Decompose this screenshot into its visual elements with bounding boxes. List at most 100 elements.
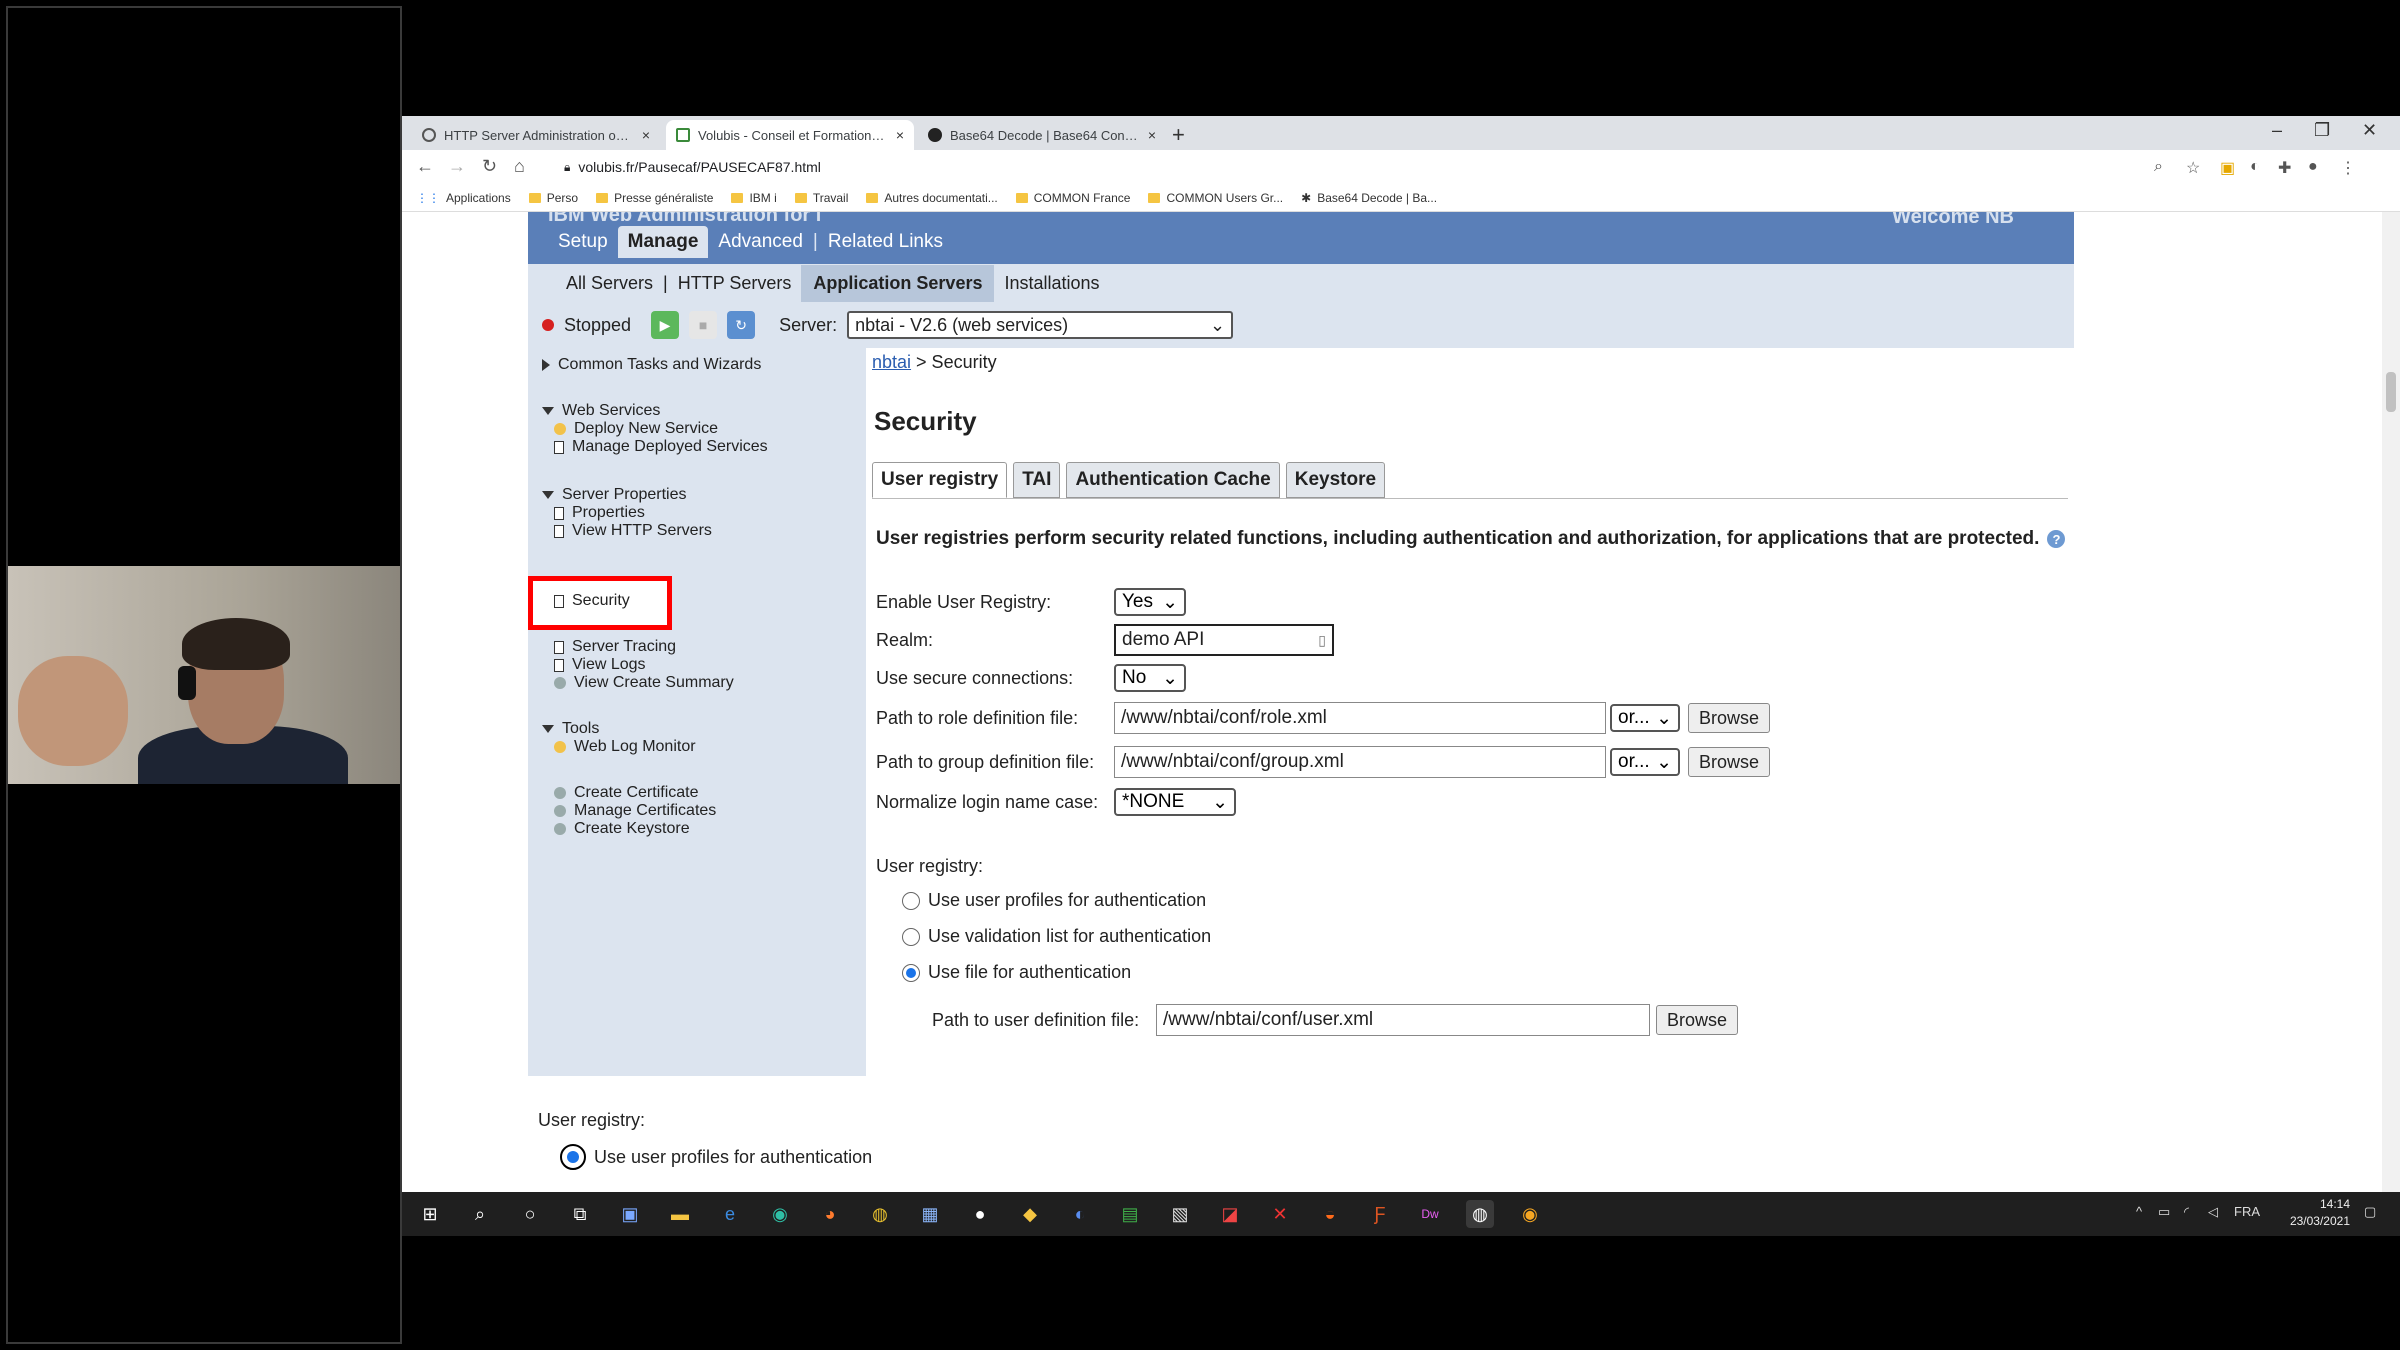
browser-tab-active[interactable]: Volubis - Conseil et Formation su ×	[666, 120, 914, 150]
secure-connections-select[interactable]: No ⌄	[1114, 664, 1186, 692]
tab-keystore[interactable]: Keystore	[1285, 462, 1386, 498]
filezilla-icon[interactable]: Ƒ	[1366, 1200, 1394, 1228]
radio-user-profiles[interactable]: Use user profiles for authentication	[902, 890, 1206, 911]
language-indicator[interactable]: FRA	[2234, 1204, 2260, 1219]
tab-tai[interactable]: TAI	[1013, 462, 1061, 498]
firefox-icon[interactable]: ◕	[816, 1200, 844, 1228]
subnav-installations[interactable]: Installations	[1004, 273, 1099, 294]
windows-start-icon[interactable]: ⊞	[416, 1200, 444, 1228]
bookmark-folder[interactable]: Perso	[528, 191, 578, 205]
role-browse-button[interactable]: Browse	[1688, 703, 1771, 733]
lower-radio-user-profiles[interactable]: Use user profiles for authentication	[560, 1144, 872, 1170]
tray-chevron-icon[interactable]: ^	[2136, 1204, 2142, 1219]
chrome-icon[interactable]: ◍	[866, 1200, 894, 1228]
menu-icon[interactable]: ⋮	[2340, 158, 2356, 178]
sidebar-view-http-servers[interactable]: View HTTP Servers	[554, 522, 712, 540]
user-file-input[interactable]: /www/nbtai/conf/user.xml	[1156, 1004, 1650, 1036]
radio-button-checked[interactable]	[902, 963, 920, 982]
tab-user-registry[interactable]: User registry	[872, 462, 1008, 498]
search-icon[interactable]: ⌕	[466, 1200, 494, 1228]
subnav-application-servers[interactable]: Application Servers	[801, 264, 995, 302]
bookmark-folder[interactable]: Travail	[794, 191, 848, 205]
role-file-or-select[interactable]: or... ⌄	[1610, 704, 1680, 732]
close-icon[interactable]: ×	[1148, 127, 1156, 143]
radio-validation-list[interactable]: Use validation list for authentication	[902, 926, 1211, 947]
group-browse-button[interactable]: Browse	[1688, 747, 1771, 777]
volume-icon[interactable]: ◁	[2208, 1204, 2218, 1220]
wifi-icon[interactable]: ◜	[2184, 1204, 2189, 1220]
subnav-http-servers[interactable]: HTTP Servers	[678, 273, 792, 294]
help-icon[interactable]: ?	[2047, 530, 2066, 548]
app-icon[interactable]: ◉	[1516, 1200, 1544, 1228]
app-icon[interactable]: ▣	[616, 1200, 644, 1228]
dreamweaver-icon[interactable]: Dw	[1416, 1200, 1444, 1228]
browser-tab[interactable]: HTTP Server Administration on IB ×	[412, 120, 660, 150]
sidebar-server-properties[interactable]: Server Properties	[542, 486, 687, 504]
ie-icon[interactable]: e	[716, 1200, 744, 1228]
task-view-icon[interactable]: ⧉	[566, 1200, 594, 1228]
tab-authentication-cache[interactable]: Authentication Cache	[1066, 462, 1280, 498]
sidebar-manage-certificates[interactable]: Manage Certificates	[554, 802, 716, 820]
refresh-icon[interactable]: ↻	[727, 311, 756, 339]
sidebar-manage-deployed-services[interactable]: Manage Deployed Services	[554, 438, 768, 456]
sidebar-view-logs[interactable]: View Logs	[554, 656, 646, 674]
chrome-active-icon[interactable]: ◍	[1466, 1200, 1494, 1228]
user-browse-button[interactable]: Browse	[1656, 1005, 1739, 1035]
app-icon[interactable]: ●	[966, 1200, 994, 1228]
bookmark-folder[interactable]: Autres documentati...	[866, 191, 998, 205]
zoom-icon[interactable]: ⌕	[2154, 158, 2163, 176]
app-icon[interactable]: ✕	[1266, 1200, 1294, 1228]
stop-icon[interactable]: ■	[689, 311, 718, 339]
bookmark-folder[interactable]: IBM i	[731, 191, 777, 205]
group-file-or-select[interactable]: or... ⌄	[1610, 748, 1680, 776]
app-icon[interactable]: ◪	[1216, 1200, 1244, 1228]
radio-button[interactable]	[902, 891, 920, 910]
back-icon[interactable]: ←	[416, 156, 434, 177]
sidebar-web-log-monitor[interactable]: Web Log Monitor	[554, 738, 696, 756]
edge-icon[interactable]: ◉	[766, 1200, 794, 1228]
group-file-input[interactable]: /www/nbtai/conf/group.xml	[1114, 746, 1606, 778]
sidebar-common-tasks[interactable]: Common Tasks and Wizards	[542, 356, 761, 374]
nav-advanced[interactable]: Advanced	[718, 231, 803, 253]
file-explorer-icon[interactable]: ▬	[666, 1200, 694, 1228]
puzzle-icon[interactable]: ✚	[2278, 158, 2291, 178]
sidebar-tools[interactable]: Tools	[542, 720, 599, 738]
maximize-icon[interactable]: ❐	[2314, 120, 2330, 141]
bookmark-apps[interactable]: ⋮⋮ Applications	[416, 191, 511, 205]
extension-icon[interactable]: ◐	[2250, 158, 2260, 176]
sidebar-server-tracing[interactable]: Server Tracing	[554, 638, 676, 656]
app-icon[interactable]: ▤	[1116, 1200, 1144, 1228]
app-icon[interactable]: ▧	[1166, 1200, 1194, 1228]
taskbar-clock[interactable]: 14:14 23/03/2021	[2290, 1196, 2350, 1230]
extension-folder-icon[interactable]: ▣	[2220, 158, 2235, 178]
cortana-icon[interactable]: ○	[516, 1200, 544, 1228]
bookmark-folder[interactable]: COMMON Users Gr...	[1148, 191, 1283, 205]
subnav-all-servers[interactable]: All Servers	[566, 273, 653, 294]
new-tab-button[interactable]: +	[1172, 122, 1185, 148]
bookmark-folder[interactable]: Presse généraliste	[596, 191, 713, 205]
minimize-icon[interactable]: –	[2272, 120, 2282, 141]
star-icon[interactable]: ☆	[2186, 158, 2200, 178]
address-bar[interactable]: 🔒︎ volubis.fr/Pausecaf/PAUSECAF87.html	[550, 154, 2110, 180]
server-select[interactable]: nbtai - V2.6 (web services) ⌄	[847, 311, 1234, 339]
bookmark-base64[interactable]: ✱ Base64 Decode | Ba...	[1301, 191, 1437, 205]
start-icon[interactable]: ▶	[651, 311, 680, 339]
app-icon[interactable]: ▦	[916, 1200, 944, 1228]
nav-setup[interactable]: Setup	[558, 231, 608, 253]
profile-avatar[interactable]: ●	[2308, 158, 2318, 176]
normalize-select[interactable]: *NONE ⌄	[1114, 788, 1236, 816]
reload-icon[interactable]: ↻	[482, 156, 497, 177]
close-window-icon[interactable]: ✕	[2362, 120, 2377, 141]
notification-icon[interactable]: ▢	[2364, 1204, 2376, 1220]
sidebar-create-certificate[interactable]: Create Certificate	[554, 784, 699, 802]
role-file-input[interactable]: /www/nbtai/conf/role.xml	[1114, 702, 1606, 734]
radio-file-auth[interactable]: Use file for authentication	[902, 962, 1131, 983]
nav-related-links[interactable]: Related Links	[828, 231, 943, 253]
sidebar-deploy-new-service[interactable]: Deploy New Service	[554, 420, 718, 438]
home-icon[interactable]: ⌂	[514, 156, 525, 177]
radio-button[interactable]	[902, 927, 920, 946]
close-icon[interactable]: ×	[896, 127, 904, 143]
app-icon[interactable]: ◆	[1016, 1200, 1044, 1228]
scroll-thumb[interactable]	[2386, 372, 2396, 412]
sidebar-properties[interactable]: Properties	[554, 504, 645, 522]
